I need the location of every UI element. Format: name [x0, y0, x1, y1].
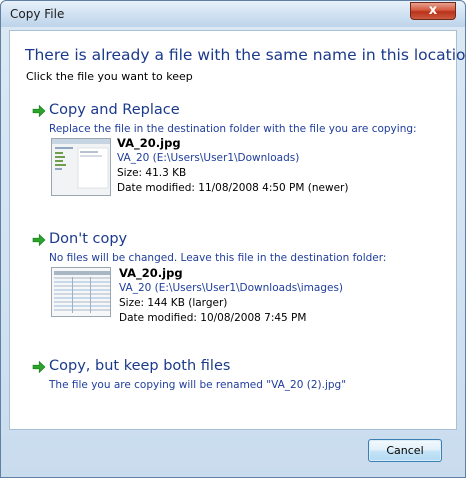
green-right-arrow-icon [32, 233, 46, 247]
green-right-arrow-icon [32, 104, 46, 118]
dialog-footer: Cancel [9, 431, 457, 471]
cancel-button[interactable]: Cancel [368, 439, 442, 462]
option-keep-both-files[interactable]: Copy, but keep both files The file you a… [32, 358, 442, 398]
file-path: VA_20 (E:\Users\User1\Downloads\images) [119, 282, 344, 294]
file-date-modified: Date modified: 11/08/2008 4:50 PM (newer… [117, 182, 349, 194]
option-description: Replace the file in the destination fold… [49, 123, 417, 135]
file-thumbnail [51, 267, 111, 317]
dialog-content: There is already a file with the same na… [9, 30, 466, 430]
close-icon: x [428, 3, 438, 18]
file-name: VA_20.jpg [117, 136, 181, 150]
title-bar[interactable]: Copy File x [1, 1, 465, 27]
conflict-heading: There is already a file with the same na… [25, 46, 466, 64]
window-title: Copy File [10, 7, 65, 21]
file-size: Size: 41.3 KB [117, 167, 187, 179]
source-file-info: VA_20.jpg VA_20 (E:\Users\User1\Download… [117, 136, 348, 196]
option-title: Don't copy [49, 231, 128, 247]
green-right-arrow-icon [32, 360, 46, 374]
copy-file-dialog: Copy File x There is already a file with… [0, 0, 466, 478]
file-path: VA_20 (E:\Users\User1\Downloads) [117, 152, 300, 164]
file-date-modified: Date modified: 10/08/2008 7:45 PM [119, 312, 307, 324]
close-button[interactable]: x [410, 2, 456, 20]
option-title: Copy, but keep both files [49, 358, 231, 374]
file-thumbnail [51, 138, 111, 196]
option-description: The file you are copying will be renamed… [49, 379, 347, 391]
option-title: Copy and Replace [49, 102, 180, 118]
option-description: No files will be changed. Leave this fil… [49, 252, 387, 264]
destination-file-info: VA_20.jpg VA_20 (E:\Users\User1\Download… [119, 266, 343, 326]
file-name: VA_20.jpg [119, 266, 183, 280]
conflict-subheading: Click the file you want to keep [26, 70, 193, 83]
file-size: Size: 144 KB (larger) [119, 297, 228, 309]
